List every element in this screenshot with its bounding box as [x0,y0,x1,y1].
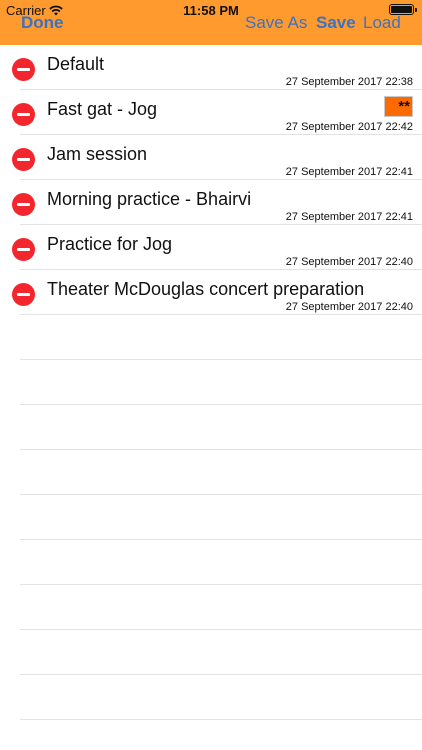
session-row[interactable]: Jam session 27 September 2017 22:41 [0,135,422,180]
session-row[interactable]: Default 27 September 2017 22:38 [0,45,422,90]
delete-minus-icon[interactable] [12,58,35,81]
empty-row-divider [0,405,422,450]
delete-minus-icon[interactable] [12,103,35,126]
session-date: 27 September 2017 22:40 [285,301,413,313]
empty-row-divider [0,630,422,675]
delete-minus-icon[interactable] [12,193,35,216]
empty-row-divider [0,360,422,405]
session-row[interactable]: Morning practice - Bhairvi 27 September … [0,180,422,225]
session-date: 27 September 2017 22:41 [285,166,413,178]
session-row[interactable]: Practice for Jog 27 September 2017 22:40 [0,225,422,270]
empty-row-divider [0,540,422,585]
session-row[interactable]: Fast gat - Jog ** 27 September 2017 22:4… [0,90,422,135]
modified-badge: ** [384,96,413,117]
session-date: 27 September 2017 22:41 [285,211,413,223]
delete-minus-icon[interactable] [12,238,35,261]
session-title: Default [47,54,105,74]
load-button[interactable]: Load [363,13,401,33]
session-title: Practice for Jog [47,234,173,254]
session-title: Fast gat - Jog [47,99,158,119]
session-date: 27 September 2017 22:42 [285,121,413,133]
screen: Carrier 11:58 PM Done Save As Save Load … [0,0,422,750]
session-date: 27 September 2017 22:40 [285,256,413,268]
header-bar: Carrier 11:58 PM Done Save As Save Load [0,0,422,45]
session-date: 27 September 2017 22:38 [285,76,413,88]
session-list: Default 27 September 2017 22:38 Fast gat… [0,45,422,315]
delete-minus-icon[interactable] [12,148,35,171]
empty-row-divider [0,675,422,720]
battery-fill [391,6,412,13]
empty-row-divider [0,315,422,360]
session-row[interactable]: Theater McDouglas concert preparation 27… [0,270,422,315]
done-button[interactable]: Done [21,13,64,33]
empty-list-area [0,315,422,720]
empty-row-divider [0,585,422,630]
session-title: Morning practice - Bhairvi [47,189,252,209]
session-title: Theater McDouglas concert preparation [47,279,365,299]
empty-row-divider [0,450,422,495]
delete-minus-icon[interactable] [12,283,35,306]
save-as-button[interactable]: Save As [245,13,307,33]
session-title: Jam session [47,144,148,164]
empty-row-divider [0,495,422,540]
save-button[interactable]: Save [316,13,356,33]
